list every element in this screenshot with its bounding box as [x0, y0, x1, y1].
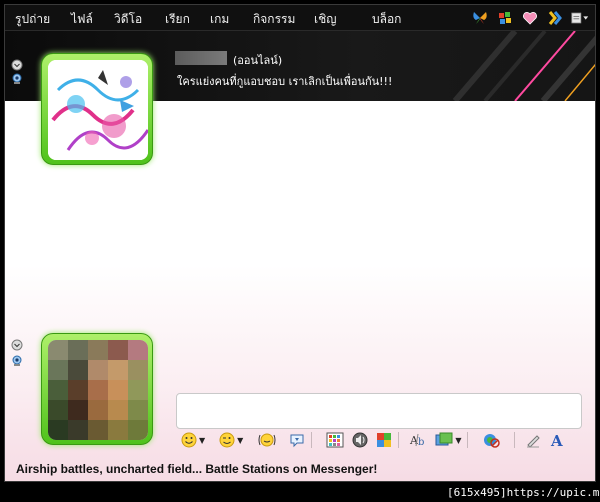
user-avatar	[48, 340, 148, 440]
wink-button[interactable]: ▼	[219, 430, 243, 450]
block-icon	[484, 434, 501, 448]
nudge-icon	[258, 433, 276, 447]
screenshot-frame: รูปถ่าย ไฟล์ วิดีโอ เรียก เกม กิจกรรม เช…	[0, 0, 600, 485]
svg-text:A: A	[550, 432, 563, 448]
heart-icon[interactable]	[521, 9, 539, 27]
menu-item-activities[interactable]: กิจกรรม	[253, 10, 295, 29]
block-button[interactable]	[482, 430, 501, 450]
emoticon-icon	[181, 432, 197, 448]
header-decoration	[452, 31, 595, 101]
formatting-toolbar: ▼ ▼ Ab ▼ A	[173, 429, 585, 451]
contact-name-blurred	[175, 51, 227, 65]
games-button[interactable]	[376, 430, 392, 450]
send-file-icon	[435, 432, 453, 446]
handwriting-button[interactable]	[525, 430, 541, 450]
flag-icon[interactable]	[496, 9, 514, 27]
toolbar-separator	[398, 432, 400, 448]
emoticon-button[interactable]: ▼	[181, 430, 205, 450]
options-menu-icon[interactable]	[571, 9, 589, 27]
ad-link[interactable]: Airship battles, uncharted field... Batt…	[16, 462, 377, 476]
message-input[interactable]	[176, 393, 582, 429]
butterfly-icon[interactable]	[471, 9, 489, 27]
menu-item-video[interactable]: วิดีโอ	[114, 10, 142, 29]
contact-avatar-frame[interactable]	[41, 53, 153, 165]
menu-item-call[interactable]: เรียก	[165, 10, 190, 29]
menu-item-block[interactable]: บล็อก	[372, 10, 401, 29]
collapse-arrow-icon[interactable]	[11, 339, 23, 351]
menu-bar: รูปถ่าย ไฟล์ วิดีโอ เรียก เกม กิจกรรม เช…	[5, 5, 595, 31]
voice-clip-button[interactable]	[289, 430, 305, 450]
nudge-button[interactable]	[257, 430, 277, 450]
translate-button[interactable]: Ab	[409, 430, 427, 450]
menu-item-games[interactable]: เกม	[210, 10, 229, 29]
svg-text:b: b	[418, 437, 424, 448]
personal-message: ใครแย่งคนที่กูแอบชอบ เราเลิกเป็นเพื่อนกั…	[177, 75, 393, 88]
menu-item-files[interactable]: ไฟล์	[71, 10, 93, 29]
games-icon	[377, 433, 392, 447]
toolbar-separator	[514, 432, 516, 448]
background-icon	[326, 432, 344, 448]
conversation-window: รูปถ่าย ไฟล์ วิดีโอ เรียก เกม กิจกรรม เช…	[4, 4, 596, 482]
sound-button[interactable]	[352, 430, 368, 450]
contact-status: (ออนไลน์)	[233, 54, 283, 67]
webcam-icon[interactable]	[11, 73, 23, 85]
menu-item-invite[interactable]: เชิญ	[314, 10, 336, 29]
voice-clip-icon	[290, 434, 304, 448]
contact-avatar	[48, 60, 148, 160]
wink-icon	[219, 432, 235, 448]
translate-icon: Ab	[409, 433, 425, 448]
toolbar-separator	[311, 432, 313, 448]
font-button[interactable]: A	[549, 430, 565, 450]
sound-icon	[352, 432, 368, 448]
collapse-arrow-icon[interactable]	[11, 59, 23, 71]
handwriting-icon	[527, 435, 541, 448]
send-file-button[interactable]: ▼	[435, 430, 461, 450]
menu-icon-group	[471, 9, 589, 27]
user-avatar-frame[interactable]	[41, 333, 153, 445]
webcam-icon[interactable]	[11, 355, 23, 367]
background-button[interactable]	[326, 430, 344, 450]
toolbar-separator	[467, 432, 469, 448]
watermark: [615x495]https://upic.me/	[447, 486, 600, 499]
menu-item-photos[interactable]: รูปถ่าย	[15, 10, 50, 29]
font-icon: A	[550, 432, 563, 448]
nudge-icon[interactable]	[546, 9, 564, 27]
